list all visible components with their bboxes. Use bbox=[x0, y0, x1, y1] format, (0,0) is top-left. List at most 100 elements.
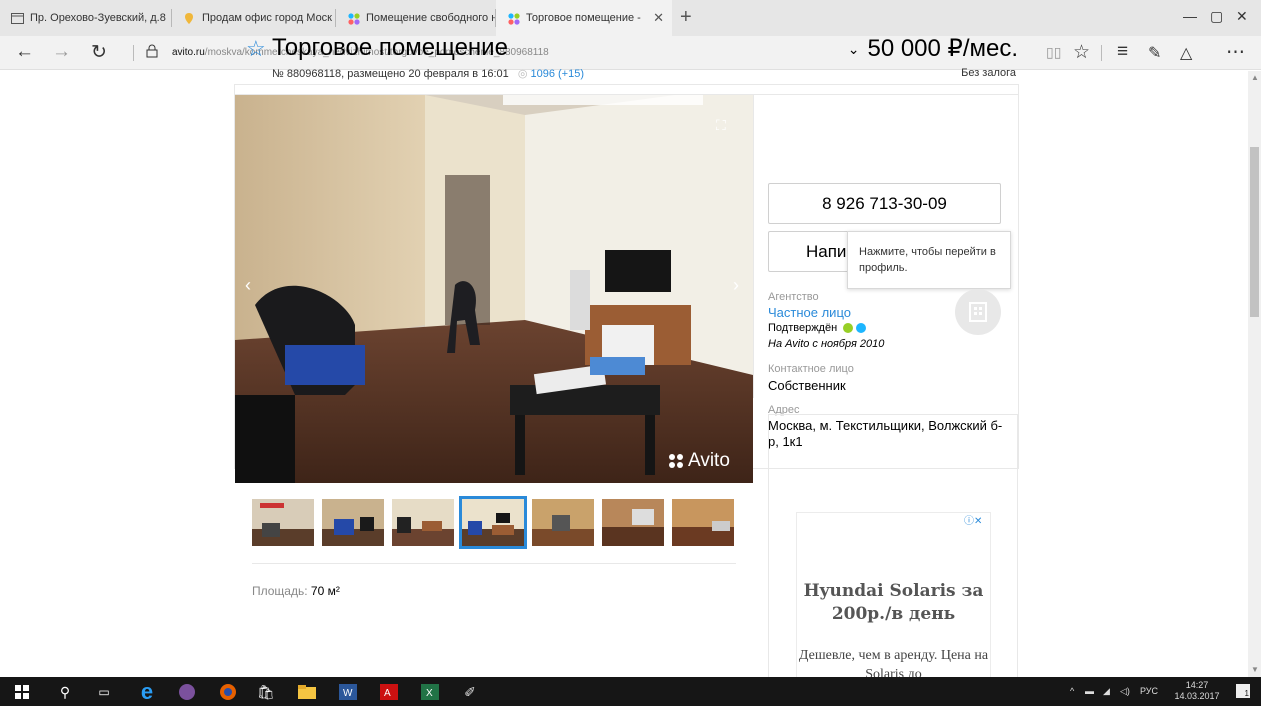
svg-text:W: W bbox=[343, 688, 353, 699]
taskbar: ⚲ ▭ e 🛍 W A X ✐ ^ ▬ ◢ ◁) РУС 14:27 14.03… bbox=[0, 677, 1261, 706]
paint-icon[interactable]: ✐ bbox=[460, 682, 480, 702]
thumbnail-selected[interactable] bbox=[459, 496, 527, 549]
contact-value: Собственник bbox=[768, 378, 846, 393]
web-note-icon[interactable]: ✎ bbox=[1148, 43, 1161, 63]
tab-1[interactable]: Пр. Орехово-Зуевский, д.8 bbox=[0, 0, 172, 36]
firefox-icon[interactable] bbox=[218, 682, 238, 702]
clock-date: 14.03.2017 bbox=[1174, 691, 1220, 701]
price-value: 50 000 ₽/мес. bbox=[867, 35, 1018, 62]
store-icon[interactable]: 🛍 bbox=[256, 682, 276, 702]
favorite-star-icon[interactable]: ☆ bbox=[1073, 41, 1090, 64]
url-domain: avito.ru bbox=[172, 47, 205, 58]
scroll-down-icon[interactable]: ▼ bbox=[1251, 665, 1259, 674]
scroll-up-icon[interactable]: ▲ bbox=[1251, 73, 1259, 82]
thumbnail[interactable] bbox=[602, 499, 664, 546]
avito-logo-icon bbox=[669, 454, 683, 468]
area-info: Площадь: 70 м² bbox=[252, 584, 340, 598]
contact-label: Контактное лицо bbox=[768, 363, 854, 375]
price[interactable]: ⌄ 50 000 ₽/мес. bbox=[848, 34, 1018, 63]
tab-active[interactable]: Торговое помещение - ✕ bbox=[496, 0, 672, 36]
maximize-icon[interactable]: ▢ bbox=[1210, 8, 1223, 25]
chevron-right-icon[interactable]: › bbox=[733, 275, 739, 296]
svg-text:A: A bbox=[384, 688, 391, 699]
clock[interactable]: 14:27 14.03.2017 bbox=[1172, 680, 1222, 702]
page-scrollbar[interactable]: ▲ ▼ bbox=[1248, 71, 1261, 677]
notifications-icon[interactable]: 1 bbox=[1236, 684, 1250, 698]
close-tab-icon[interactable]: ✕ bbox=[653, 10, 664, 26]
member-since: На Avito с ноября 2010 bbox=[768, 338, 885, 350]
thumbnail[interactable] bbox=[252, 499, 314, 546]
network-icon[interactable]: ▬ bbox=[1085, 686, 1094, 696]
thumbnail[interactable] bbox=[672, 499, 734, 546]
wifi-icon[interactable]: ◢ bbox=[1103, 686, 1110, 697]
email-verified-icon bbox=[856, 323, 867, 334]
back-icon[interactable]: ← bbox=[15, 41, 34, 63]
forward-icon[interactable]: → bbox=[52, 41, 71, 63]
viber-icon[interactable] bbox=[177, 682, 197, 702]
divider bbox=[753, 94, 754, 398]
seller-profile-link[interactable]: Частное лицо bbox=[768, 305, 851, 320]
deposit: Без залога bbox=[961, 67, 1016, 79]
profile-tooltip: Нажмите, чтобы перейти в профиль. bbox=[847, 231, 1011, 289]
listing-number-date: № 880968118, размещено 20 февраля в 16:0… bbox=[272, 68, 509, 80]
svg-text:X: X bbox=[426, 688, 433, 699]
agency-label: Агентство bbox=[768, 291, 819, 303]
chevron-down-icon[interactable]: ⌄ bbox=[848, 41, 860, 57]
tab-label: Пр. Орехово-Зуевский, д.8 bbox=[30, 12, 166, 24]
language-indicator[interactable]: РУС bbox=[1140, 686, 1158, 696]
chevron-left-icon[interactable]: ‹ bbox=[245, 275, 251, 296]
ad-choices-icon[interactable]: ⓘ✕ bbox=[964, 512, 982, 527]
search-icon[interactable]: ⚲ bbox=[55, 682, 75, 702]
excel-icon[interactable]: X bbox=[420, 682, 440, 702]
reading-view-icon[interactable]: ▯▯ bbox=[1046, 44, 1061, 61]
more-icon[interactable]: ⋯ bbox=[1226, 41, 1245, 64]
tab-strip: Пр. Орехово-Зуевский, д.8 Продам офис го… bbox=[0, 0, 1261, 36]
phone-number: 8 926 713-30-09 bbox=[822, 193, 947, 213]
lock-icon bbox=[146, 44, 158, 61]
hub-icon[interactable]: ≡ bbox=[1117, 41, 1128, 63]
show-phone-button[interactable]: 8 926 713-30-09 bbox=[768, 183, 1001, 224]
volume-icon[interactable]: ◁) bbox=[1120, 686, 1130, 697]
avito-watermark: Avito bbox=[668, 450, 730, 472]
area-label: Площадь: bbox=[252, 584, 308, 598]
minimize-icon[interactable]: — bbox=[1183, 8, 1197, 24]
edge-icon[interactable]: e bbox=[137, 679, 157, 704]
task-view-icon[interactable]: ▭ bbox=[94, 682, 114, 702]
area-value: 70 м² bbox=[310, 584, 340, 598]
pdf-reader-icon[interactable]: A bbox=[379, 682, 399, 702]
windows-start-icon[interactable] bbox=[12, 682, 32, 702]
close-window-icon[interactable]: ✕ bbox=[1236, 8, 1248, 25]
confirmed-label: Подтверждён bbox=[768, 322, 838, 334]
fullscreen-icon[interactable]: ⛶ bbox=[716, 117, 726, 134]
tab-label: Помещение свободного н bbox=[366, 12, 496, 24]
thumbnail[interactable] bbox=[532, 499, 594, 546]
thumbnail[interactable] bbox=[392, 499, 454, 546]
share-icon[interactable]: △ bbox=[1180, 43, 1192, 63]
views-count: 1096 (+15) bbox=[530, 68, 584, 80]
divider bbox=[252, 563, 736, 564]
refresh-icon[interactable]: ↻ bbox=[91, 41, 107, 64]
agency-avatar[interactable] bbox=[955, 289, 1001, 335]
tab-3[interactable]: Помещение свободного н bbox=[336, 0, 496, 36]
avito-icon bbox=[506, 11, 520, 25]
thumbnail[interactable] bbox=[322, 499, 384, 546]
tab-label: Продам офис город Моск bbox=[202, 12, 332, 24]
tray-chevron-icon[interactable]: ^ bbox=[1070, 686, 1074, 696]
navigation-bar: ← → ↻ avito.ru/moskva/kommercheskaya_ned… bbox=[0, 36, 1261, 70]
file-explorer-icon[interactable] bbox=[297, 682, 317, 702]
new-tab-icon[interactable]: + bbox=[680, 6, 692, 29]
building-icon bbox=[969, 302, 987, 322]
clock-time: 14:27 bbox=[1185, 680, 1209, 690]
scroll-thumb[interactable] bbox=[1250, 147, 1259, 317]
tab-2[interactable]: Продам офис город Моск bbox=[172, 0, 336, 36]
room-photo bbox=[235, 95, 753, 483]
eye-icon: ◎ bbox=[517, 68, 528, 80]
page-icon bbox=[10, 11, 24, 25]
ad-title[interactable]: Hyundai Solaris за 200р./в день bbox=[796, 580, 991, 626]
favorite-star-icon[interactable]: ☆ bbox=[246, 36, 266, 62]
listing-title: Торговое помещение bbox=[272, 34, 508, 61]
word-icon[interactable]: W bbox=[338, 682, 358, 702]
main-photo[interactable]: ⛶ ‹ › Avito bbox=[235, 95, 753, 483]
tab-label: Торговое помещение - bbox=[526, 12, 641, 24]
watermark-text: Avito bbox=[688, 450, 730, 471]
